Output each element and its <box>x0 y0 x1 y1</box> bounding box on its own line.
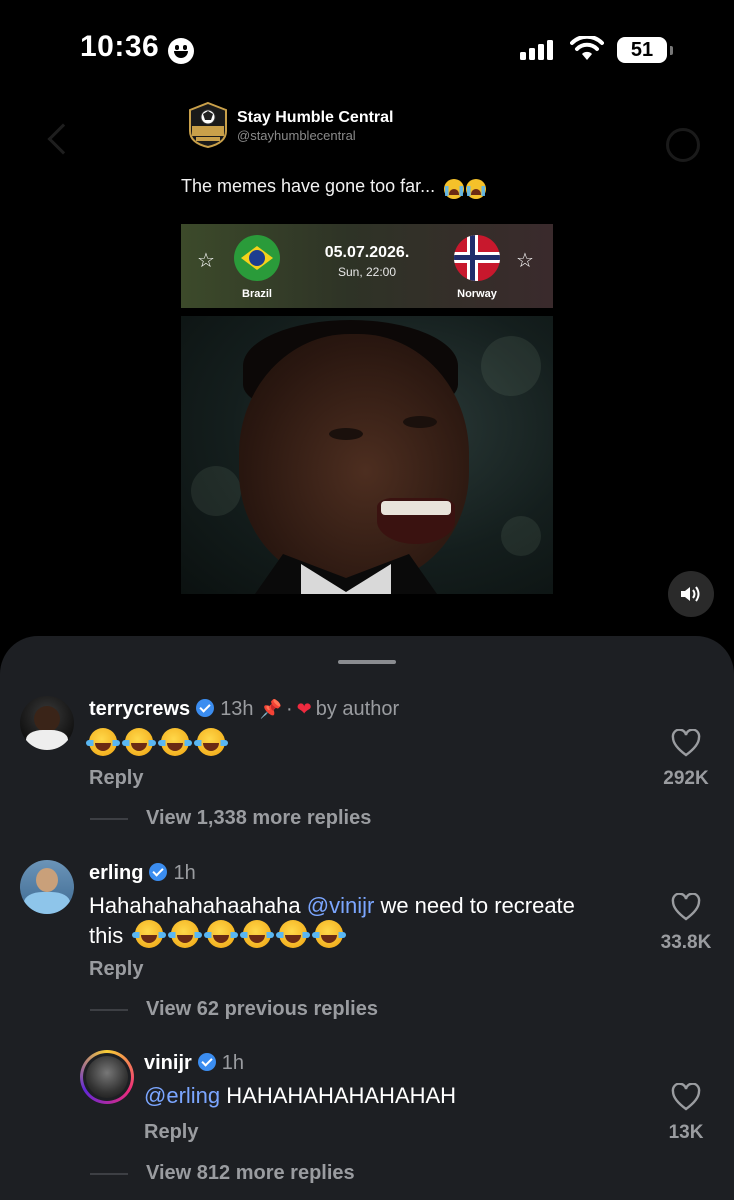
reply-button[interactable]: Reply <box>144 1121 198 1144</box>
laughing-emoji-icon <box>240 920 275 948</box>
stay-humble-central-logo <box>189 101 227 149</box>
brazil-flag-icon <box>234 235 280 281</box>
match-card: ☆ Brazil 05.07.2026. Sun, 22:00 Norway ☆ <box>181 224 553 308</box>
laughing-emoji-icon <box>158 728 192 756</box>
laughing-emoji-icon <box>276 920 311 948</box>
reply-button[interactable]: Reply <box>89 767 143 790</box>
comment-header: vinijr 1h <box>144 1052 244 1075</box>
match-time: Sun, 22:00 <box>337 265 397 279</box>
post-account-name[interactable]: Stay Humble Central <box>237 109 393 127</box>
heart-icon[interactable] <box>671 893 701 921</box>
liked-by-author-heart-icon: ❤ <box>296 699 312 719</box>
avatar[interactable] <box>20 696 74 750</box>
like-count: 33.8K <box>660 932 712 953</box>
verified-badge-icon <box>149 863 168 881</box>
post-caption: The memes have gone too far... <box>181 176 487 200</box>
more-options-icon[interactable] <box>666 128 700 162</box>
reply-button[interactable]: Reply <box>89 958 143 981</box>
laughing-emoji-icon <box>86 728 120 756</box>
norway-flag-icon <box>454 235 500 281</box>
laughing-emoji-icon <box>194 728 228 756</box>
comment-username[interactable]: terrycrews <box>89 698 190 720</box>
favorite-star-icon[interactable]: ☆ <box>516 248 534 273</box>
like-count: 13K <box>668 1122 704 1143</box>
sheet-drag-handle[interactable] <box>338 660 396 664</box>
home-team-name: Brazil <box>242 288 272 300</box>
status-time: 10:36 <box>80 30 160 63</box>
like-count: 292K <box>663 768 709 789</box>
view-previous-replies-button[interactable]: View 62 previous replies <box>146 998 378 1021</box>
speaker-icon <box>681 586 700 602</box>
match-date: 05.07.2026. <box>324 244 410 261</box>
laughing-emoji-icon <box>204 920 239 948</box>
favorite-star-icon[interactable]: ☆ <box>197 248 215 273</box>
comments-sheet: terrycrews 13h 📌 · ❤ by author Reply 292K Vie… <box>0 636 734 1200</box>
comment-text: @erling HAHAHAHAHAHAHAH <box>144 1083 457 1108</box>
laughing-emoji-icon <box>168 920 203 948</box>
verified-badge-icon <box>196 699 215 717</box>
battery-icon: 51 <box>617 37 673 63</box>
comment-text <box>86 728 233 758</box>
heart-icon[interactable] <box>671 1083 701 1111</box>
verified-badge-icon <box>197 1053 216 1071</box>
comment-header: terrycrews 13h 📌 · ❤ by author <box>89 698 400 720</box>
comment-header: erling 1h <box>89 862 196 885</box>
status-bar: 10:36 51 <box>0 0 734 100</box>
mention-link[interactable]: @vinijr <box>307 893 375 918</box>
post-header[interactable]: Stay Humble Central @stayhumblecentral <box>182 97 562 151</box>
wifi-icon <box>570 36 604 60</box>
heart-icon[interactable] <box>671 729 701 757</box>
crying-face-icon <box>442 179 487 200</box>
view-more-replies-button[interactable]: View 812 more replies <box>146 1162 355 1185</box>
comment-username[interactable]: vinijr <box>144 1052 192 1074</box>
comment-time: 1h <box>173 862 196 884</box>
comment-time: 13h <box>220 698 254 720</box>
away-team-name: Norway <box>457 288 497 300</box>
liked-by-author-label: by author <box>315 698 400 720</box>
laughing-emoji-icon <box>122 728 156 756</box>
back-icon[interactable] <box>47 123 79 155</box>
pin-icon: 📌 <box>259 699 282 719</box>
laughing-emoji-icon <box>132 920 167 948</box>
comment-time: 1h <box>221 1052 245 1074</box>
sound-toggle-button[interactable] <box>668 571 714 617</box>
smiley-icon <box>168 38 194 64</box>
post-video[interactable] <box>181 316 553 594</box>
view-more-replies-button[interactable]: View 1,338 more replies <box>146 807 371 830</box>
avatar[interactable] <box>20 860 74 914</box>
caption-text: The memes have gone too far... <box>181 176 436 196</box>
mention-link[interactable]: @erling <box>144 1083 220 1108</box>
post-account-handle: @stayhumblecentral <box>237 128 356 143</box>
comment-username[interactable]: erling <box>89 862 143 884</box>
laughing-emoji-icon <box>312 920 347 948</box>
comment-text: Hahahahahahaahaha @vinijr we need to rec… <box>89 893 575 948</box>
avatar[interactable] <box>80 1050 134 1104</box>
cellular-signal-icon <box>520 40 553 60</box>
